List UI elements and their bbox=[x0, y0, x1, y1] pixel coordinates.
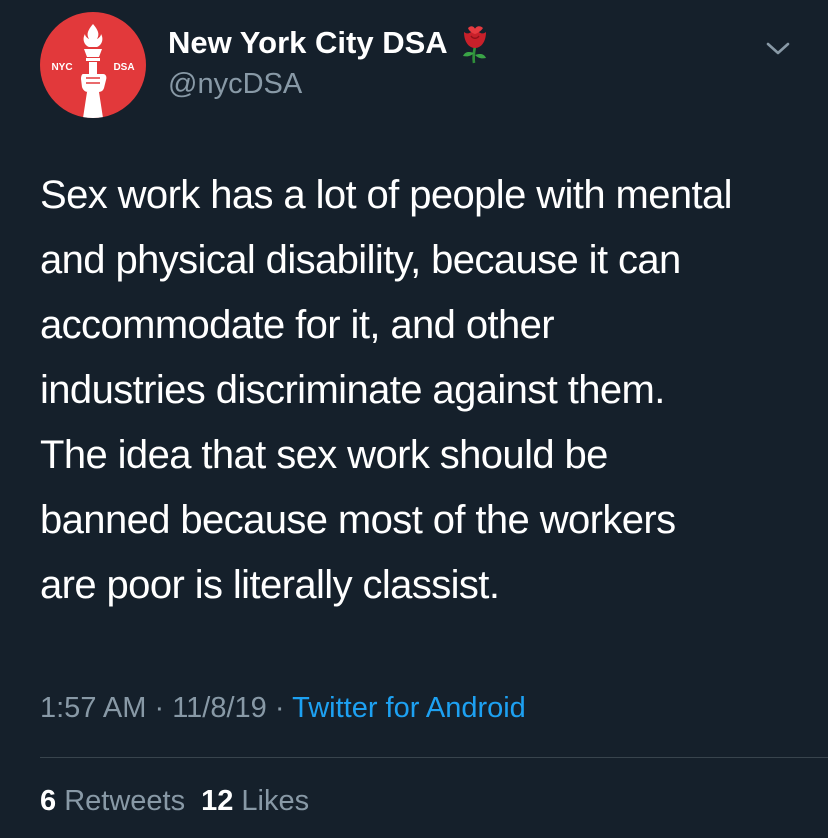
tweet-line: are poor is literally classist. bbox=[40, 563, 500, 607]
retweets-count: 6 bbox=[40, 785, 57, 817]
tweet-line: accommodate for it, and other bbox=[40, 303, 555, 347]
meta-separator: · bbox=[154, 692, 165, 724]
tweet-line: The idea that sex work should be bbox=[40, 433, 608, 477]
avatar-right-text: DSA bbox=[113, 62, 134, 73]
handle[interactable]: @nycDSA bbox=[168, 66, 302, 102]
tweet-line: Sex work has a lot of people with mental bbox=[40, 173, 733, 217]
meta-separator: · bbox=[274, 692, 285, 724]
tweet-line: and physical disability, because it can bbox=[40, 238, 681, 282]
tweet-date: 11/8/19 bbox=[172, 692, 267, 724]
torch-fist-icon: NYC DSA bbox=[51, 24, 135, 118]
tweet-line: banned because most of the workers bbox=[40, 498, 676, 542]
retweets-label: Retweets bbox=[64, 785, 186, 817]
display-name[interactable]: New York City DSA bbox=[168, 24, 448, 62]
avatar-left-text: NYC bbox=[51, 62, 72, 73]
rose-icon bbox=[454, 22, 496, 64]
likes-label: Likes bbox=[241, 785, 310, 817]
tweet-line: industries discriminate against them. bbox=[40, 368, 665, 412]
tweet-text: Sex work has a lot of people with mental… bbox=[40, 163, 815, 618]
engagement-stats: 6 Retweets 12 Likes bbox=[40, 782, 309, 820]
tweet-time: 1:57 AM bbox=[40, 692, 147, 724]
tweet-meta: 1:57 AM · 11/8/19 · Twitter for Android bbox=[40, 689, 526, 727]
likes-stat[interactable]: 12 Likes bbox=[201, 785, 309, 817]
tweet-detail: NYC DSA New York City DSA @nycDSA Sex wo… bbox=[0, 0, 828, 838]
likes-count: 12 bbox=[201, 785, 234, 817]
source-link[interactable]: Twitter for Android bbox=[292, 692, 526, 724]
chevron-down-icon[interactable] bbox=[762, 34, 794, 62]
avatar[interactable]: NYC DSA bbox=[40, 12, 146, 118]
retweets-stat[interactable]: 6 Retweets bbox=[40, 785, 185, 817]
divider bbox=[40, 757, 828, 758]
